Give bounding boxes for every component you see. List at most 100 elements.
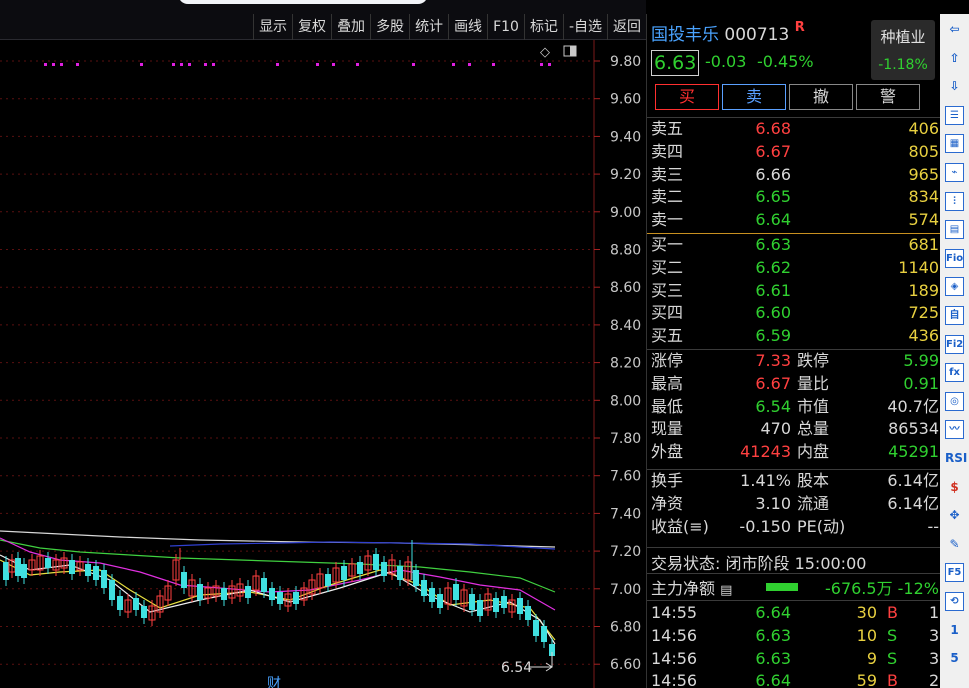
money-icon[interactable]: $ xyxy=(945,478,964,497)
axis-label: 7.60 xyxy=(610,469,641,485)
stat-value: 86534 xyxy=(888,419,939,439)
table-icon[interactable]: ▤ xyxy=(945,220,964,240)
bids-price: 6.61 xyxy=(755,280,791,300)
toolbar-button-6[interactable]: F10 xyxy=(487,14,524,40)
candle-body xyxy=(3,562,9,580)
asks-row: 卖二 6.65 834 xyxy=(647,186,941,209)
stat-label: 最低 xyxy=(651,396,684,416)
stat-label: 内盘 xyxy=(797,442,830,462)
stat-label: 跌停 xyxy=(797,351,830,370)
window-tab xyxy=(178,0,428,4)
toolbar-button-5[interactable]: 画线 xyxy=(448,14,487,40)
stock-header: 国投丰乐 000713 R xyxy=(651,20,805,45)
axis-label: 7.20 xyxy=(610,544,641,560)
tick-direction: S xyxy=(887,648,898,668)
tick-direction: S xyxy=(887,625,898,645)
info-icon[interactable]: ◈ xyxy=(945,277,964,297)
candle-body xyxy=(85,564,91,576)
alert-button[interactable]: 警 xyxy=(856,84,920,110)
stat-label: 总量 xyxy=(797,419,830,439)
divider xyxy=(647,547,941,548)
target-icon[interactable]: ◎ xyxy=(945,391,964,411)
axis-label: 8.20 xyxy=(610,356,641,372)
bids-row: 买四 6.60 725 xyxy=(647,302,941,325)
tick-row: 14:56 6.63 9 S 3 xyxy=(647,648,941,671)
signal-dot xyxy=(356,63,359,66)
back-icon[interactable]: ⇦ xyxy=(945,20,964,39)
toolbar-button-7[interactable]: 标记 xyxy=(523,14,563,40)
line-chart-icon[interactable]: ⌁ xyxy=(945,163,964,182)
stat-label: 市值 xyxy=(797,396,830,416)
signal-dot xyxy=(276,63,279,66)
asks-label: 卖四 xyxy=(651,141,684,161)
move-icon[interactable]: ✥ xyxy=(945,506,964,525)
one-icon[interactable]: 1 xyxy=(945,621,964,640)
asks-row: 卖五 6.68 406 xyxy=(647,118,941,141)
watchlist-icon[interactable]: 自 xyxy=(945,306,964,325)
signal-dot xyxy=(548,63,551,66)
pen-icon[interactable]: ✎ xyxy=(945,535,964,554)
stat-label: 最高 xyxy=(651,373,684,393)
candle-body xyxy=(197,584,203,600)
candle-icon[interactable]: ⫶ xyxy=(945,191,964,211)
candle-body xyxy=(453,584,459,600)
tick-volume: 10 xyxy=(856,625,877,645)
candle-body xyxy=(141,606,147,618)
refresh-icon[interactable]: ⟲ xyxy=(945,592,964,611)
candle-body xyxy=(69,560,75,574)
buy-button[interactable]: 买 xyxy=(655,84,719,110)
stat-row: 最低 6.54 市值 40.7亿 xyxy=(647,396,941,419)
bids-row: 买三 6.61 189 xyxy=(647,280,941,303)
list-view-icon[interactable]: ☰ xyxy=(945,105,964,125)
signal-dot xyxy=(172,63,175,66)
toolbar-button-9[interactable]: 返回 xyxy=(607,14,646,40)
sector-badge[interactable]: 种植业 -1.18% xyxy=(871,20,935,80)
signal-dot xyxy=(180,63,183,66)
f2-icon[interactable]: Fi2 xyxy=(945,334,964,354)
toolbar-button-2[interactable]: 叠加 xyxy=(331,14,370,40)
bids-volume: 189 xyxy=(908,280,939,300)
bids-label: 买四 xyxy=(651,303,684,323)
asks-label: 卖三 xyxy=(651,164,684,184)
toolbar-button-1[interactable]: 复权 xyxy=(292,14,331,40)
rsi-icon[interactable]: RSI xyxy=(945,449,967,468)
toolbar-button-0[interactable]: 显示 xyxy=(253,14,292,40)
up-icon[interactable]: ⇧ xyxy=(945,49,964,68)
tick-row: 14:55 6.64 30 B 1 xyxy=(647,602,941,625)
asks-volume: 834 xyxy=(908,187,939,207)
candle-body xyxy=(269,588,275,600)
tick-direction: B xyxy=(887,671,898,688)
toolbar-button-8[interactable]: -自选 xyxy=(562,14,607,40)
signal-dot xyxy=(212,63,215,66)
toolbar-button-4[interactable]: 统计 xyxy=(409,14,448,40)
f5-icon[interactable]: F5 xyxy=(945,563,964,583)
stat-value: 6.54 xyxy=(755,396,791,416)
kline-svg[interactable]: 9.80 9.60 9.40 9.20 9.00 8.80 8.60 8.40 8.20 8.00… xyxy=(0,40,646,688)
ask-book: 卖五 6.68 406 卖四 6.67 805 卖三 6.66 965 卖二 6.65 834 卖一 6.… xyxy=(647,118,941,232)
f10-icon[interactable]: Fio xyxy=(945,248,964,268)
bids-label: 买一 xyxy=(651,235,684,254)
signal-dot xyxy=(188,63,191,66)
candle-body xyxy=(437,594,443,608)
formula-icon[interactable]: fx xyxy=(945,363,964,383)
kline-chart[interactable]: 9.80 9.60 9.40 9.20 9.00 8.80 8.60 8.40 8.20 8.00… xyxy=(0,40,646,688)
axis-label: 6.80 xyxy=(610,620,641,636)
sell-button[interactable]: 卖 xyxy=(722,84,786,110)
tick-volume: 59 xyxy=(856,671,877,688)
fundamental-label: 换手 xyxy=(651,471,684,490)
fundamental-label: 流通 xyxy=(797,493,830,513)
tick-time: 14:56 xyxy=(651,625,698,645)
five-icon[interactable]: 5 xyxy=(945,649,964,668)
wave-icon[interactable]: 〰 xyxy=(945,420,964,440)
bids-volume: 725 xyxy=(908,303,939,323)
candle-body xyxy=(429,588,435,602)
toolbar-button-3[interactable]: 多股 xyxy=(370,14,409,40)
candle-body xyxy=(325,574,331,586)
axis-label: 9.60 xyxy=(610,92,641,108)
cancel-order-button[interactable]: 撤 xyxy=(789,84,853,110)
axis-label: 7.00 xyxy=(610,582,641,598)
asks-price: 6.65 xyxy=(755,187,791,207)
grid-icon[interactable]: ▦ xyxy=(945,134,964,154)
tick-list[interactable]: 14:55 6.64 30 B 1 14:56 6.63 10 S 3 14:56 6.63 9 S 3 14… xyxy=(647,602,941,688)
down-icon[interactable]: ⇩ xyxy=(945,77,964,96)
